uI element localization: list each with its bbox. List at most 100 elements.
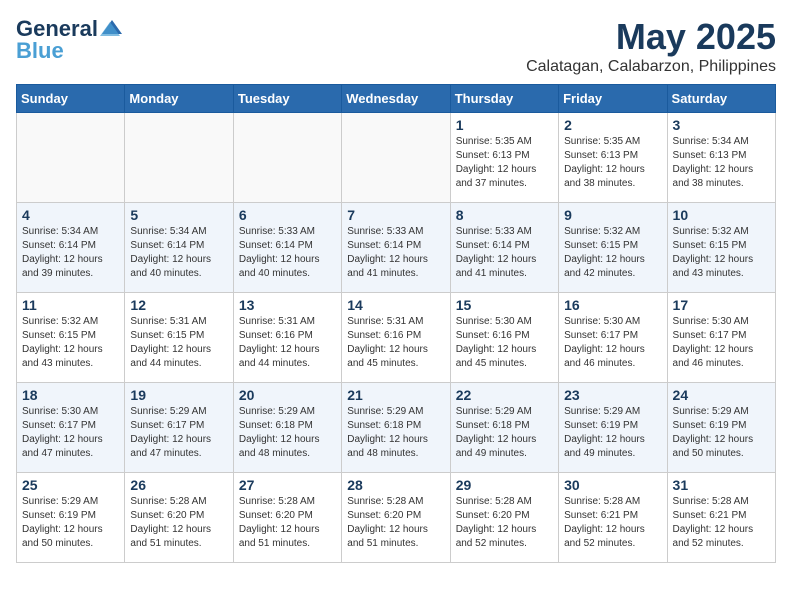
day-number: 12 — [130, 297, 227, 313]
calendar-day-cell — [125, 113, 233, 203]
day-number: 22 — [456, 387, 553, 403]
calendar-day-cell: 8 Sunrise: 5:33 AM Sunset: 6:14 PM Daylig… — [450, 203, 558, 293]
month-title: May 2025 — [526, 16, 776, 58]
calendar-week-row: 4Sunrise: 5:34 AM Sunset: 6:14 PM Daylig… — [17, 203, 776, 293]
day-info: Sunrise: 5:33 AM Sunset: 6:14 PM Dayligh… — [347, 225, 444, 281]
day-number: 14 — [347, 297, 444, 313]
day-number: 9 — [564, 207, 661, 223]
day-info: Sunrise: 5:29 AM Sunset: 6:19 PM Dayligh… — [673, 405, 770, 461]
day-number: 20 — [239, 387, 336, 403]
day-info: Sunrise: 5:32 AM Sunset: 6:15 PM Dayligh… — [564, 225, 661, 281]
day-number: 19 — [130, 387, 227, 403]
day-number: 25 — [22, 477, 119, 493]
day-info: Sunrise: 5:28 AM Sunset: 6:20 PM Dayligh… — [347, 495, 444, 551]
calendar-week-row: 25 Sunrise: 5:29 AM Sunset: 6:19 PM Dayli… — [17, 473, 776, 563]
day-info: Sunrise: 5:29 AM Sunset: 6:19 PM Dayligh… — [564, 405, 661, 461]
calendar-day-cell: 27Sunrise: 5:28 AM Sunset: 6:20 PM Dayli… — [233, 473, 341, 563]
day-number: 31 — [673, 477, 770, 493]
calendar-week-row: 18Sunrise: 5:30 AM Sunset: 6:17 PM Dayli… — [17, 383, 776, 473]
calendar-week-row: 1Sunrise: 5:35 AM Sunset: 6:13 PM Daylig… — [17, 113, 776, 203]
calendar-day-cell: 16 Sunrise: 5:30 AM Sunset: 6:17 PM Dayli… — [559, 293, 667, 383]
day-info: Sunrise: 5:30 AM Sunset: 6:17 PM Dayligh… — [22, 405, 119, 461]
day-number: 21 — [347, 387, 444, 403]
day-info: Sunrise: 5:31 AM Sunset: 6:16 PM Dayligh… — [239, 315, 336, 371]
calendar-day-cell: 5 Sunrise: 5:34 AM Sunset: 6:14 PM Daylig… — [125, 203, 233, 293]
weekday-header: Monday — [125, 85, 233, 113]
weekday-header: Saturday — [667, 85, 775, 113]
day-number: 8 — [456, 207, 553, 223]
calendar-table: SundayMondayTuesdayWednesdayThursdayFrid… — [16, 84, 776, 563]
logo-blue: Blue — [16, 38, 64, 64]
calendar-day-cell: 29Sunrise: 5:28 AM Sunset: 6:20 PM Dayli… — [450, 473, 558, 563]
logo-icon — [100, 18, 122, 36]
day-info: Sunrise: 5:35 AM Sunset: 6:13 PM Dayligh… — [564, 135, 661, 191]
calendar-day-cell: 28 Sunrise: 5:28 AM Sunset: 6:20 PM Dayli… — [342, 473, 450, 563]
day-info: Sunrise: 5:28 AM Sunset: 6:21 PM Dayligh… — [673, 495, 770, 551]
day-number: 7 — [347, 207, 444, 223]
calendar-day-cell — [342, 113, 450, 203]
day-info: Sunrise: 5:29 AM Sunset: 6:17 PM Dayligh… — [130, 405, 227, 461]
page-header: General Blue May 2025 Calatagan, Calabar… — [16, 16, 776, 76]
calendar-day-cell: 21 Sunrise: 5:29 AM Sunset: 6:18 PM Dayli… — [342, 383, 450, 473]
calendar-day-cell: 4Sunrise: 5:34 AM Sunset: 6:14 PM Daylig… — [17, 203, 125, 293]
calendar-day-cell: 7 Sunrise: 5:33 AM Sunset: 6:14 PM Daylig… — [342, 203, 450, 293]
calendar-day-cell: 6 Sunrise: 5:33 AM Sunset: 6:14 PM Daylig… — [233, 203, 341, 293]
day-number: 11 — [22, 297, 119, 313]
calendar-week-row: 11Sunrise: 5:32 AM Sunset: 6:15 PM Dayli… — [17, 293, 776, 383]
day-number: 13 — [239, 297, 336, 313]
day-info: Sunrise: 5:34 AM Sunset: 6:14 PM Dayligh… — [22, 225, 119, 281]
day-info: Sunrise: 5:29 AM Sunset: 6:18 PM Dayligh… — [239, 405, 336, 461]
day-info: Sunrise: 5:28 AM Sunset: 6:20 PM Dayligh… — [130, 495, 227, 551]
calendar-day-cell: 12 Sunrise: 5:31 AM Sunset: 6:15 PM Dayli… — [125, 293, 233, 383]
calendar-day-cell: 18Sunrise: 5:30 AM Sunset: 6:17 PM Dayli… — [17, 383, 125, 473]
calendar-day-cell: 13 Sunrise: 5:31 AM Sunset: 6:16 PM Dayli… — [233, 293, 341, 383]
day-info: Sunrise: 5:31 AM Sunset: 6:15 PM Dayligh… — [130, 315, 227, 371]
weekday-header: Wednesday — [342, 85, 450, 113]
weekday-header: Thursday — [450, 85, 558, 113]
day-number: 6 — [239, 207, 336, 223]
day-info: Sunrise: 5:34 AM Sunset: 6:13 PM Dayligh… — [673, 135, 770, 191]
day-number: 24 — [673, 387, 770, 403]
day-number: 26 — [130, 477, 227, 493]
calendar-day-cell: 19 Sunrise: 5:29 AM Sunset: 6:17 PM Dayli… — [125, 383, 233, 473]
calendar-day-cell: 23Sunrise: 5:29 AM Sunset: 6:19 PM Dayli… — [559, 383, 667, 473]
calendar-day-cell: 24 Sunrise: 5:29 AM Sunset: 6:19 PM Dayli… — [667, 383, 775, 473]
day-info: Sunrise: 5:28 AM Sunset: 6:20 PM Dayligh… — [456, 495, 553, 551]
calendar-day-cell: 11Sunrise: 5:32 AM Sunset: 6:15 PM Dayli… — [17, 293, 125, 383]
day-number: 17 — [673, 297, 770, 313]
day-info: Sunrise: 5:35 AM Sunset: 6:13 PM Dayligh… — [456, 135, 553, 191]
calendar-day-cell: 22 Sunrise: 5:29 AM Sunset: 6:18 PM Dayli… — [450, 383, 558, 473]
day-number: 10 — [673, 207, 770, 223]
day-number: 5 — [130, 207, 227, 223]
day-info: Sunrise: 5:29 AM Sunset: 6:19 PM Dayligh… — [22, 495, 119, 551]
day-number: 30 — [564, 477, 661, 493]
day-info: Sunrise: 5:30 AM Sunset: 6:17 PM Dayligh… — [673, 315, 770, 371]
day-info: Sunrise: 5:33 AM Sunset: 6:14 PM Dayligh… — [456, 225, 553, 281]
title-block: May 2025 Calatagan, Calabarzon, Philippi… — [526, 16, 776, 76]
day-info: Sunrise: 5:32 AM Sunset: 6:15 PM Dayligh… — [673, 225, 770, 281]
calendar-day-cell: 9 Sunrise: 5:32 AM Sunset: 6:15 PM Daylig… — [559, 203, 667, 293]
day-info: Sunrise: 5:29 AM Sunset: 6:18 PM Dayligh… — [347, 405, 444, 461]
day-info: Sunrise: 5:31 AM Sunset: 6:16 PM Dayligh… — [347, 315, 444, 371]
calendar-day-cell: 26 Sunrise: 5:28 AM Sunset: 6:20 PM Dayli… — [125, 473, 233, 563]
weekday-header: Tuesday — [233, 85, 341, 113]
calendar-day-cell: 30Sunrise: 5:28 AM Sunset: 6:21 PM Dayli… — [559, 473, 667, 563]
calendar-day-cell: 20 Sunrise: 5:29 AM Sunset: 6:18 PM Dayli… — [233, 383, 341, 473]
day-info: Sunrise: 5:28 AM Sunset: 6:20 PM Dayligh… — [239, 495, 336, 551]
day-info: Sunrise: 5:33 AM Sunset: 6:14 PM Dayligh… — [239, 225, 336, 281]
calendar-day-cell: 10 Sunrise: 5:32 AM Sunset: 6:15 PM Dayli… — [667, 203, 775, 293]
day-number: 16 — [564, 297, 661, 313]
calendar-day-cell: 17 Sunrise: 5:30 AM Sunset: 6:17 PM Dayli… — [667, 293, 775, 383]
calendar-day-cell: 1Sunrise: 5:35 AM Sunset: 6:13 PM Daylig… — [450, 113, 558, 203]
weekday-header: Friday — [559, 85, 667, 113]
day-number: 28 — [347, 477, 444, 493]
logo: General Blue — [16, 16, 122, 64]
day-info: Sunrise: 5:30 AM Sunset: 6:17 PM Dayligh… — [564, 315, 661, 371]
calendar-header-row: SundayMondayTuesdayWednesdayThursdayFrid… — [17, 85, 776, 113]
day-info: Sunrise: 5:30 AM Sunset: 6:16 PM Dayligh… — [456, 315, 553, 371]
day-info: Sunrise: 5:29 AM Sunset: 6:18 PM Dayligh… — [456, 405, 553, 461]
weekday-header: Sunday — [17, 85, 125, 113]
day-number: 15 — [456, 297, 553, 313]
day-info: Sunrise: 5:34 AM Sunset: 6:14 PM Dayligh… — [130, 225, 227, 281]
calendar-day-cell — [233, 113, 341, 203]
